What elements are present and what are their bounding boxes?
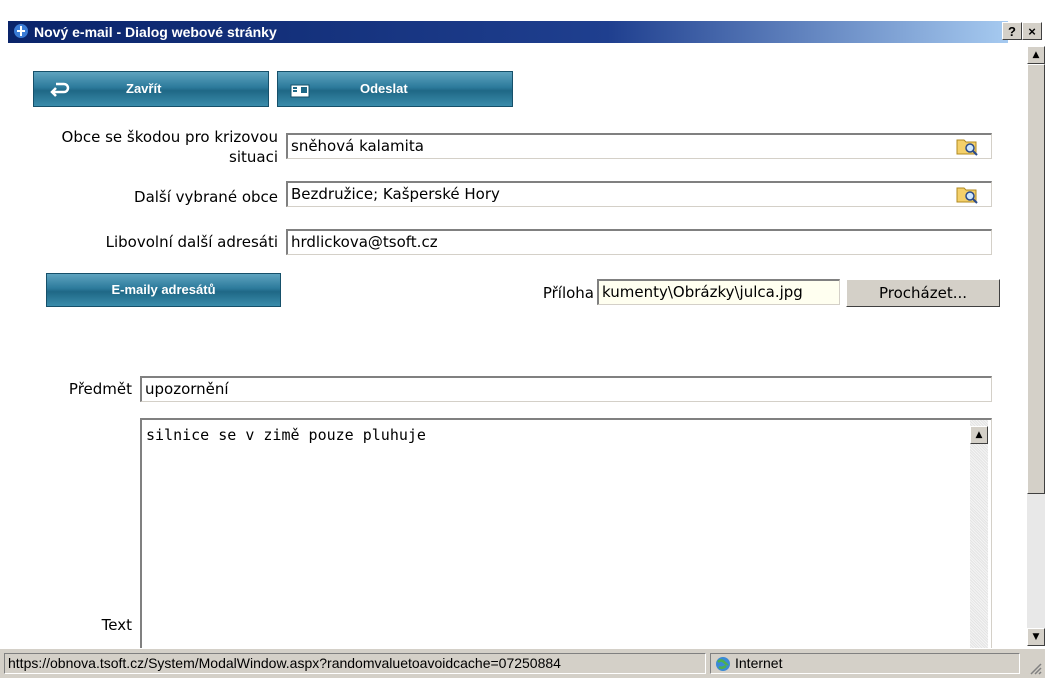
adresati-input[interactable]: hrdlickova@tsoft.cz (286, 229, 992, 255)
dalsi-obce-label: Další vybrané obce (134, 188, 278, 206)
globe-icon (716, 657, 730, 671)
close-button-label: Zavřít (126, 81, 162, 96)
obce-input[interactable]: sněhová kalamita (286, 133, 992, 159)
close-button[interactable]: Zavřít (33, 71, 269, 107)
text-area[interactable]: silnice se v zimě pouze pluhuje (140, 418, 992, 648)
predmet-input[interactable]: upozornění (140, 376, 992, 402)
lookup-dalsi-obce-icon[interactable] (956, 184, 978, 204)
text-area-scrollbar[interactable]: ▲ (970, 420, 988, 648)
send-button-label: Odeslat (360, 81, 408, 96)
priloha-label: Příloha (542, 284, 594, 302)
scroll-down-arrow-icon[interactable]: ▼ (1027, 628, 1045, 646)
send-mail-icon (290, 84, 310, 98)
resize-grip-icon[interactable] (1028, 661, 1042, 675)
window-title: Nový e-mail - Dialog webové stránky (34, 24, 277, 40)
priloha-input[interactable]: kumenty\Obrázky\julca.jpg (597, 279, 840, 305)
status-zone: Internet (710, 653, 1020, 674)
page-scrollbar[interactable]: ▲ ▼ (1027, 46, 1045, 646)
scroll-up-arrow-icon[interactable]: ▲ (1027, 46, 1045, 64)
status-url: https://obnova.tsoft.cz/System/ModalWind… (4, 653, 706, 674)
browse-button[interactable]: Procházet... (846, 279, 1000, 307)
dalsi-obce-input[interactable]: Bezdružice; Kašperské Hory (286, 181, 992, 207)
title-bar: Nový e-mail - Dialog webové stránky ? × (0, 0, 1045, 46)
emails-button[interactable]: E-maily adresátů (46, 273, 281, 307)
emails-button-label: E-maily adresátů (111, 282, 216, 297)
text-label: Text (101, 616, 132, 634)
lookup-obce-icon[interactable] (956, 136, 978, 156)
status-zone-label: Internet (735, 655, 783, 671)
obce-label: Obce se škodou pro krizovou situaci (61, 128, 278, 166)
ie-icon (14, 24, 28, 38)
close-window-button[interactable]: × (1022, 22, 1042, 40)
adresati-label: Libovolní další adresáti (105, 233, 278, 251)
predmet-label: Předmět (68, 380, 132, 398)
help-button[interactable]: ? (1002, 22, 1022, 40)
scroll-thumb[interactable] (1027, 64, 1045, 494)
text-scroll-up-arrow-icon[interactable]: ▲ (970, 426, 988, 444)
status-bar: https://obnova.tsoft.cz/System/ModalWind… (0, 648, 1045, 678)
send-button[interactable]: Odeslat (277, 71, 513, 107)
return-arrow-icon (50, 82, 70, 97)
